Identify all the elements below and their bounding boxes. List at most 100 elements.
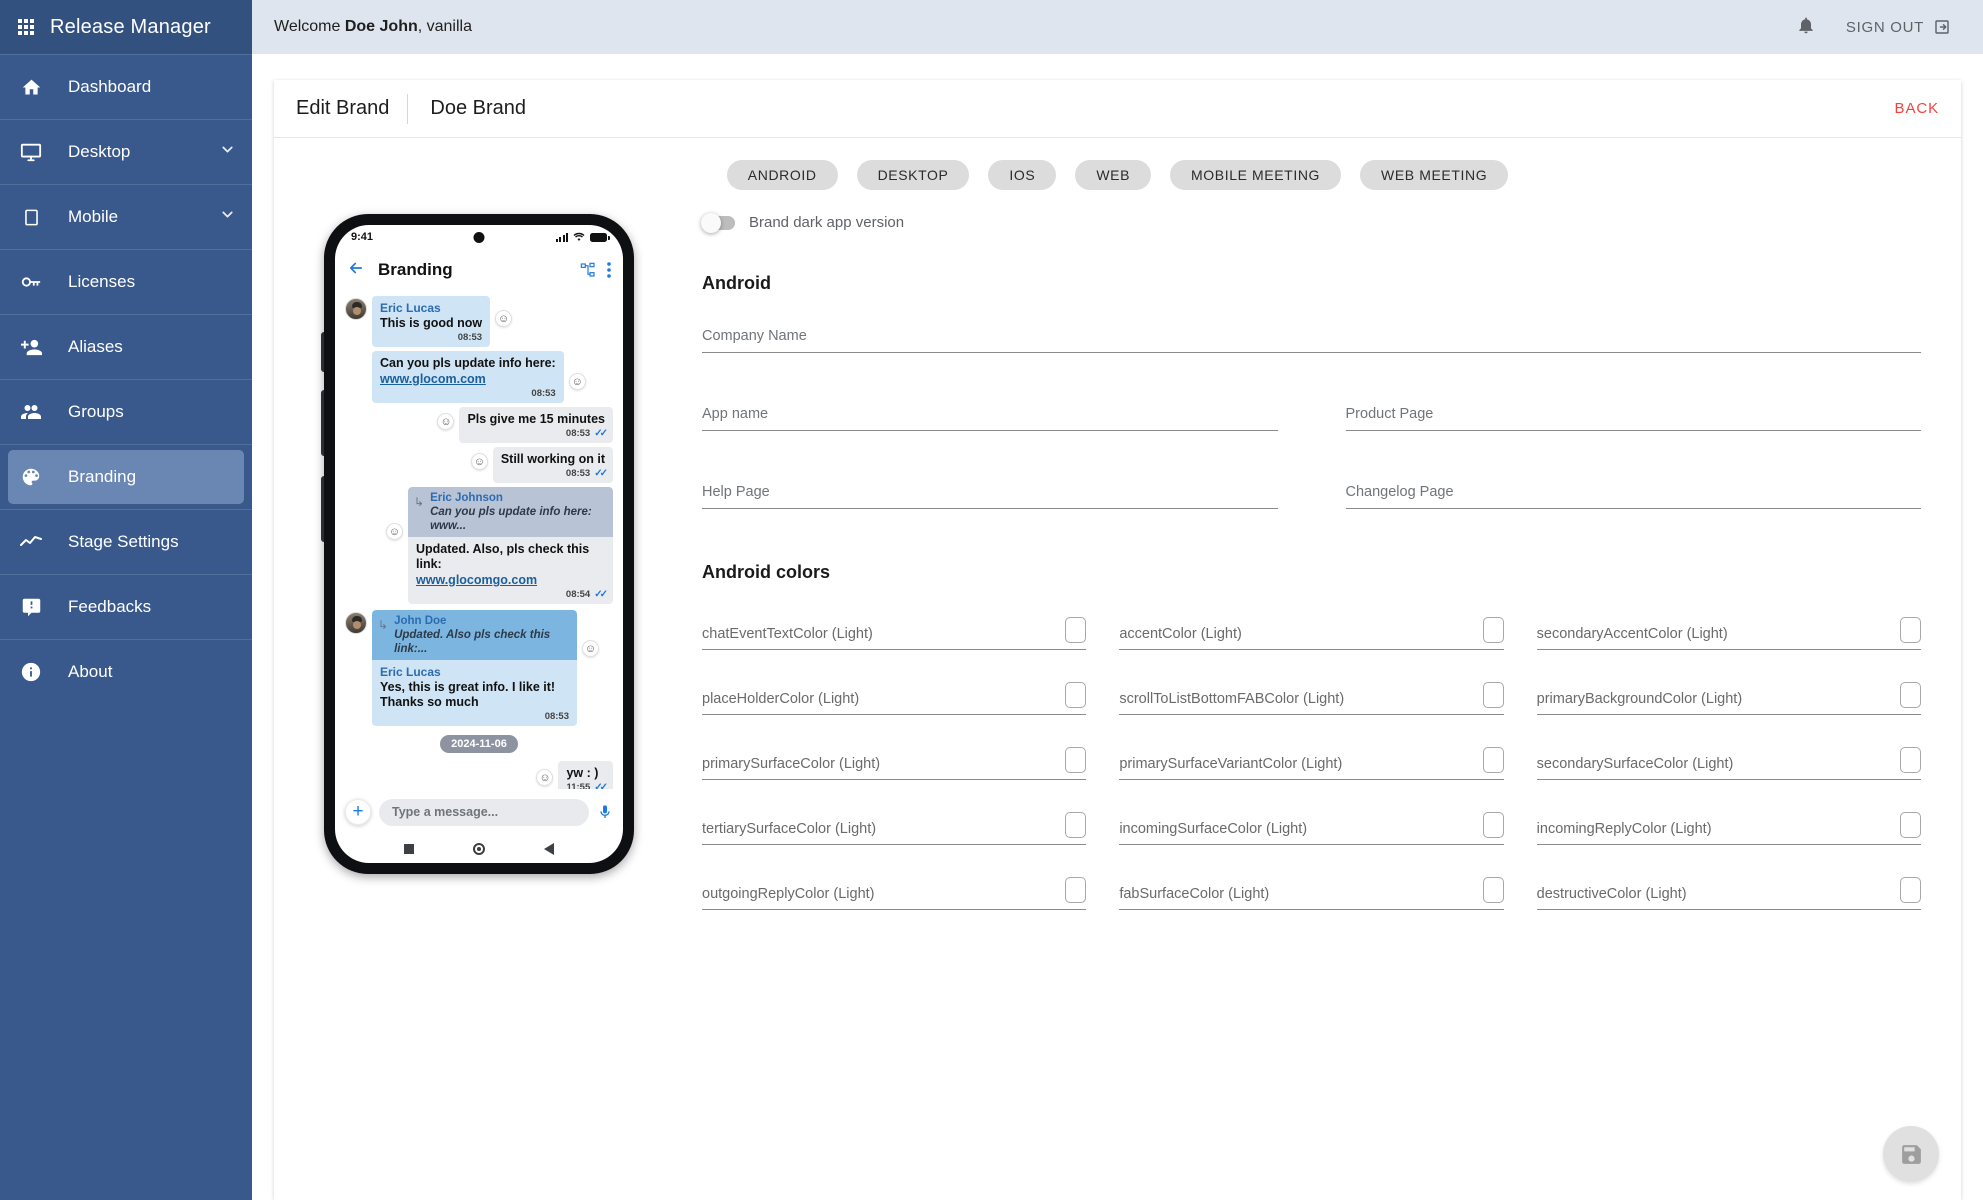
color-field[interactable]: destructiveColor (Light) — [1536, 877, 1921, 910]
monitor-icon — [16, 141, 46, 163]
product-page-field[interactable]: Product Page — [1345, 406, 1921, 431]
color-swatch[interactable] — [1899, 812, 1921, 838]
color-swatch[interactable] — [1065, 812, 1087, 838]
sign-out-button[interactable]: SIGN OUT — [1846, 18, 1951, 36]
sidebar-item-groups[interactable]: Groups — [0, 379, 252, 444]
back-triangle-icon[interactable] — [543, 843, 554, 855]
home-circle-icon[interactable] — [472, 843, 485, 855]
reaction-icon[interactable]: ☺ — [568, 373, 586, 390]
sidebar-item-stage-settings[interactable]: Stage Settings — [0, 509, 252, 574]
sidebar-item-label: Licenses — [68, 272, 136, 291]
read-receipt-icon: ✓✓ — [594, 428, 608, 439]
sidebar-item-mobile[interactable]: Mobile — [0, 184, 252, 249]
color-swatch[interactable] — [1065, 747, 1087, 773]
color-row: tertiarySurfaceColor (Light) incomingSur… — [702, 812, 1921, 845]
color-swatch[interactable] — [1065, 617, 1087, 643]
sidebar-item-dashboard[interactable]: Dashboard — [0, 54, 252, 119]
chat-messages[interactable]: Eric Lucas This is good now 08:53 ☺ Can … — [335, 291, 623, 789]
color-field-label: tertiarySurfaceColor (Light) — [702, 821, 877, 837]
color-swatch[interactable] — [1899, 877, 1921, 903]
message-bubble-incoming: ↳ John Doe Updated. Also pls check this … — [372, 610, 577, 726]
tab-web[interactable]: WEB — [1075, 160, 1152, 190]
message-bubble-incoming: Can you pls update info here: www.glocom… — [372, 351, 564, 403]
status-time: 9:41 — [351, 231, 374, 243]
color-field[interactable]: outgoingReplyColor (Light) — [702, 877, 1087, 910]
color-field[interactable]: placeHolderColor (Light) — [702, 682, 1087, 715]
color-field[interactable]: fabSurfaceColor (Light) — [1119, 877, 1504, 910]
sidebar-item-branding[interactable]: Branding — [0, 444, 252, 509]
message-input[interactable]: Type a message... — [379, 798, 589, 826]
color-swatch[interactable] — [1899, 747, 1921, 773]
sidebar-item-feedbacks[interactable]: Feedbacks — [0, 574, 252, 639]
color-field[interactable]: chatEventTextColor (Light) — [702, 617, 1087, 650]
square-icon[interactable] — [404, 844, 415, 854]
reaction-icon[interactable]: ☺ — [470, 453, 488, 470]
back-link[interactable]: BACK — [1895, 100, 1939, 117]
color-swatch[interactable] — [1482, 812, 1504, 838]
message-row: ☺ Still working on it 08:53 ✓✓ — [345, 447, 613, 483]
save-button[interactable] — [1883, 1126, 1939, 1182]
color-field-label: primarySurfaceColor (Light) — [702, 756, 881, 772]
reaction-icon[interactable]: ☺ — [386, 523, 403, 540]
more-vertical-icon[interactable] — [607, 262, 611, 278]
color-field-label: scrollToListBottomFABColor (Light) — [1119, 691, 1345, 707]
reaction-icon[interactable]: ☺ — [582, 640, 599, 657]
color-swatch[interactable] — [1482, 682, 1504, 708]
help-page-field[interactable]: Help Page — [702, 484, 1278, 509]
color-field-label: primarySurfaceVariantColor (Light) — [1119, 756, 1343, 772]
color-swatch[interactable] — [1899, 682, 1921, 708]
color-swatch[interactable] — [1482, 877, 1504, 903]
brand-dark-toggle[interactable] — [701, 212, 735, 233]
plus-icon[interactable]: + — [345, 799, 371, 825]
sidebar-item-licenses[interactable]: Licenses — [0, 249, 252, 314]
color-swatch[interactable] — [1482, 617, 1504, 643]
color-field[interactable]: primaryBackgroundColor (Light) — [1536, 682, 1921, 715]
app-name-field[interactable]: App name — [702, 406, 1278, 431]
reaction-icon[interactable]: ☺ — [437, 413, 455, 430]
topbar: Welcome Doe John, vanilla SIGN OUT — [252, 0, 1983, 54]
color-row: chatEventTextColor (Light) accentColor (… — [702, 617, 1921, 650]
message-link[interactable]: www.glocomgo.com — [416, 572, 605, 588]
message-link[interactable]: www.glocom.com — [380, 371, 556, 387]
org-chart-icon[interactable] — [580, 262, 596, 278]
color-field-label: destructiveColor (Light) — [1536, 886, 1687, 902]
color-field-label: incomingReplyColor (Light) — [1536, 821, 1712, 837]
color-field[interactable]: primarySurfaceVariantColor (Light) — [1119, 747, 1504, 780]
color-field[interactable]: accentColor (Light) — [1119, 617, 1504, 650]
color-swatch[interactable] — [1482, 747, 1504, 773]
sidebar-item-desktop[interactable]: Desktop — [0, 119, 252, 184]
reaction-icon[interactable]: ☺ — [495, 310, 513, 327]
color-field[interactable]: tertiarySurfaceColor (Light) — [702, 812, 1087, 845]
changelog-page-field[interactable]: Changelog Page — [1345, 484, 1921, 509]
sidebar-item-label: Mobile — [68, 207, 119, 226]
chevron-down-icon[interactable] — [219, 206, 236, 228]
signal-icon — [555, 232, 568, 242]
reaction-icon[interactable]: ☺ — [536, 769, 554, 786]
key-icon — [16, 271, 46, 293]
tab-web-meeting[interactable]: WEB MEETING — [1360, 160, 1509, 190]
panel-header: Edit Brand Doe Brand BACK — [274, 80, 1961, 138]
color-field[interactable]: secondarySurfaceColor (Light) — [1536, 747, 1921, 780]
chevron-down-icon[interactable] — [219, 141, 236, 163]
color-field[interactable]: primarySurfaceColor (Light) — [702, 747, 1087, 780]
bell-icon[interactable] — [1796, 15, 1816, 40]
color-swatch[interactable] — [1065, 877, 1087, 903]
back-arrow-icon[interactable] — [347, 259, 365, 282]
apps-grid-icon[interactable] — [18, 19, 34, 35]
edit-brand-panel: Edit Brand Doe Brand BACK ANDROID DESKTO… — [274, 80, 1961, 1200]
tab-mobile-meeting[interactable]: MOBILE MEETING — [1170, 160, 1342, 190]
sidebar-item-about[interactable]: About — [0, 639, 252, 704]
tab-android[interactable]: ANDROID — [726, 160, 838, 190]
color-field[interactable]: secondaryAccentColor (Light) — [1536, 617, 1921, 650]
company-name-field[interactable]: Company Name — [702, 328, 1921, 353]
tab-desktop[interactable]: DESKTOP — [856, 160, 970, 190]
chat-title: Branding — [378, 260, 453, 279]
color-swatch[interactable] — [1899, 617, 1921, 643]
sidebar-item-aliases[interactable]: Aliases — [0, 314, 252, 379]
color-field[interactable]: incomingSurfaceColor (Light) — [1119, 812, 1504, 845]
color-field[interactable]: incomingReplyColor (Light) — [1536, 812, 1921, 845]
tab-ios[interactable]: IOS — [988, 160, 1057, 190]
microphone-icon[interactable] — [597, 802, 613, 822]
color-swatch[interactable] — [1065, 682, 1087, 708]
color-field[interactable]: scrollToListBottomFABColor (Light) — [1119, 682, 1504, 715]
